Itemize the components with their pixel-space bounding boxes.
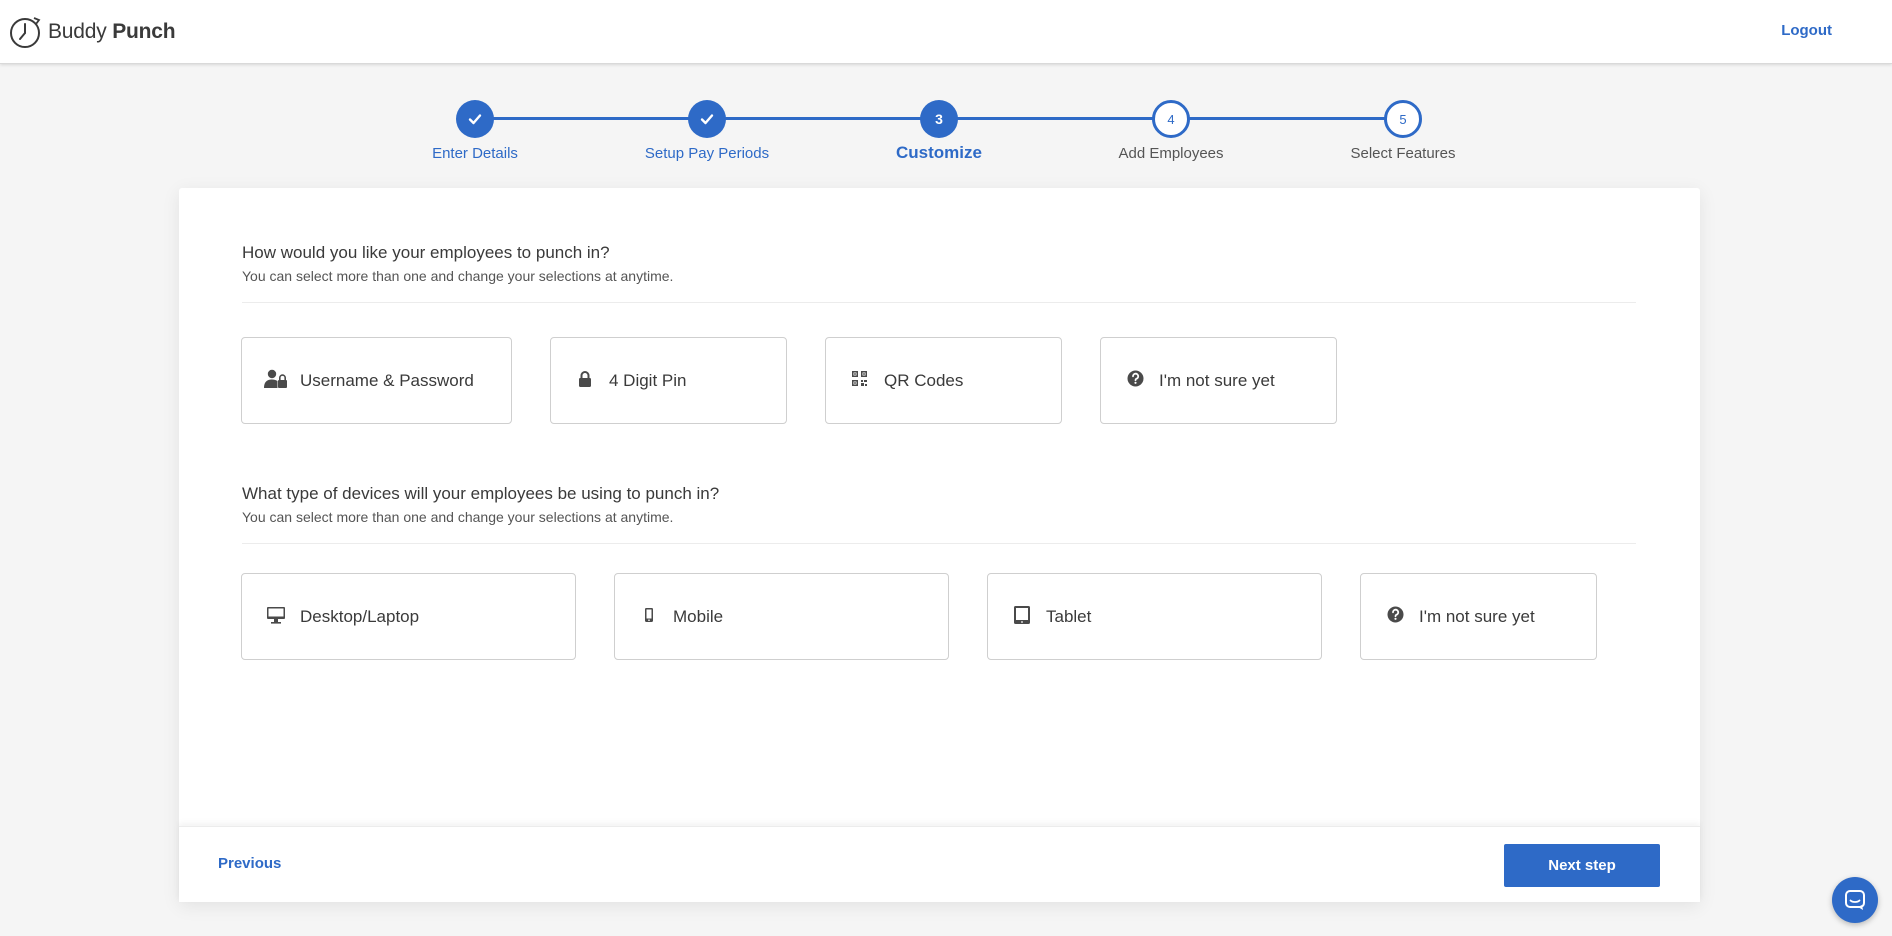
chat-launcher-button[interactable] bbox=[1832, 877, 1878, 923]
option-mobile[interactable]: Mobile bbox=[614, 573, 949, 660]
option-username-password[interactable]: Username & Password bbox=[241, 337, 512, 424]
desktop-icon bbox=[264, 603, 288, 627]
mobile-icon bbox=[637, 603, 661, 627]
logo-wordmark: Buddy Punch bbox=[48, 20, 176, 44]
buddy-punch-logo[interactable]: Buddy Punch bbox=[8, 14, 176, 50]
step-3-label: Customize bbox=[896, 143, 982, 162]
customize-card: How would you like your employees to pun… bbox=[179, 188, 1700, 902]
step-1-circle bbox=[456, 100, 494, 138]
lock-icon bbox=[573, 367, 597, 391]
question-circle-icon bbox=[1123, 367, 1147, 391]
option-punch-not-sure[interactable]: I'm not sure yet bbox=[1100, 337, 1337, 424]
option-label: I'm not sure yet bbox=[1419, 606, 1535, 626]
qr-code-icon bbox=[848, 367, 872, 391]
logo-word-buddy: Buddy bbox=[48, 20, 107, 43]
devices-subtitle: You can select more than one and change … bbox=[242, 509, 674, 525]
step-2-label: Setup Pay Periods bbox=[644, 145, 770, 162]
punch-method-subtitle: You can select more than one and change … bbox=[242, 268, 674, 284]
check-icon bbox=[700, 114, 714, 125]
wizard-footer: Previous Next step bbox=[179, 826, 1700, 902]
punch-method-title: How would you like your employees to pun… bbox=[242, 243, 610, 262]
option-qr-codes[interactable]: QR Codes bbox=[825, 337, 1062, 424]
option-desktop-laptop[interactable]: Desktop/Laptop bbox=[241, 573, 576, 660]
section-divider bbox=[242, 302, 1636, 303]
question-circle-icon bbox=[1383, 603, 1407, 627]
user-lock-icon bbox=[264, 367, 288, 391]
option-label: Mobile bbox=[673, 606, 724, 626]
logout-link[interactable]: Logout bbox=[1781, 22, 1832, 39]
section-divider bbox=[242, 543, 1636, 544]
step-4-circle: 4 bbox=[1152, 100, 1190, 138]
check-icon bbox=[468, 114, 482, 125]
devices-title: What type of devices will your employees… bbox=[242, 484, 720, 503]
option-label: Username & Password bbox=[300, 370, 474, 390]
option-tablet[interactable]: Tablet bbox=[987, 573, 1322, 660]
option-label: Desktop/Laptop bbox=[300, 606, 420, 626]
step-5-circle: 5 bbox=[1384, 100, 1422, 138]
step-1-label: Enter Details bbox=[432, 145, 518, 162]
option-4-digit-pin[interactable]: 4 Digit Pin bbox=[550, 337, 787, 424]
step-4-label: Add Employees bbox=[1118, 145, 1224, 162]
top-header: Buddy Punch Logout bbox=[0, 0, 1892, 64]
step-2-circle bbox=[688, 100, 726, 138]
next-step-button[interactable]: Next step bbox=[1504, 844, 1660, 887]
chat-icon bbox=[1845, 890, 1865, 910]
option-device-not-sure[interactable]: I'm not sure yet bbox=[1360, 573, 1597, 660]
step-5-label: Select Features bbox=[1350, 145, 1456, 162]
tablet-icon bbox=[1010, 603, 1034, 627]
option-label: 4 Digit Pin bbox=[609, 370, 687, 390]
option-label: I'm not sure yet bbox=[1159, 370, 1275, 390]
logo-word-punch: Punch bbox=[112, 20, 176, 43]
option-label: QR Codes bbox=[884, 370, 964, 390]
progress-stepper: Enter Details Setup Pay Periods 3 Custom… bbox=[0, 100, 1892, 170]
step-3-circle: 3 bbox=[920, 100, 958, 138]
previous-link[interactable]: Previous bbox=[218, 855, 281, 872]
clock-logo-icon bbox=[10, 17, 41, 48]
option-label: Tablet bbox=[1046, 606, 1092, 626]
